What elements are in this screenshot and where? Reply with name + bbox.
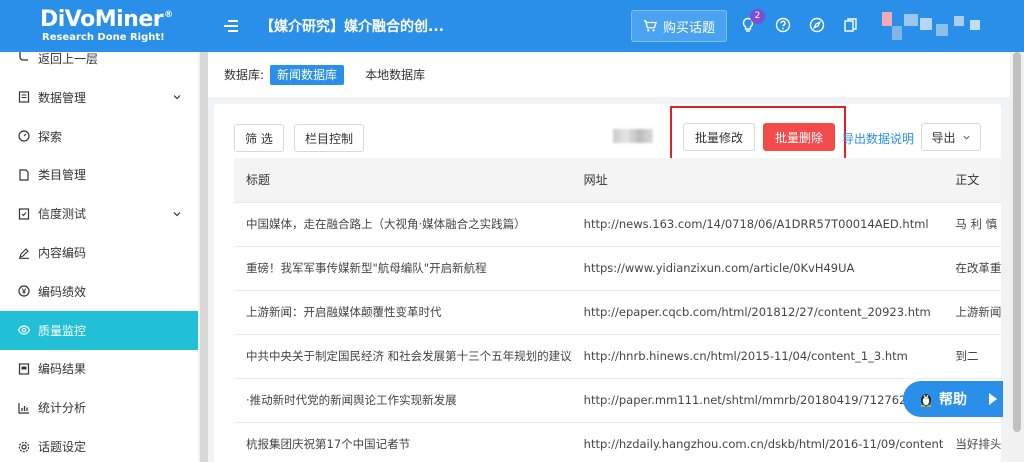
back-icon (18, 52, 30, 64)
chart-icon (18, 402, 30, 414)
sidebar: 返回上一层 数据管理 探索 类目管理 信度测试 内容编码 编码绩效 质量监控 编… (0, 52, 198, 462)
sidebar-item-topic-settings[interactable]: 话题设定 (0, 427, 198, 462)
cell-url[interactable]: http://paper.mm111.net/shtml/mmrb/201804… (571, 378, 944, 423)
database-label: 数据库: (224, 68, 265, 82)
table-row: 中共中央关于制定国民经济 和社会发展第十三个五年规划的建议 http://hnrb… (234, 334, 1001, 379)
sidebar-scrollbar[interactable] (200, 52, 208, 462)
copy-icon[interactable] (843, 17, 859, 33)
cell-url[interactable]: http://epaper.cqcb.com/html/201812/27/co… (571, 290, 944, 335)
sidebar-item-content-coding[interactable]: 内容编码 (0, 233, 198, 272)
table-row: 重磅！我军军事传媒新型"航母编队"开启新航程 https://www.yidian… (234, 246, 1001, 291)
tab-news-database[interactable]: 新闻数据库 (270, 64, 345, 85)
blurred-text (613, 129, 653, 143)
column-header-url[interactable]: 网址 (571, 158, 944, 203)
buy-topic-button[interactable]: 购买话题 (631, 10, 727, 42)
user-avatar[interactable] (882, 8, 1002, 44)
data-panel: 筛 选 栏目控制 批量修改 批量删除 导出数据说明 导出 标题 网址 正文 操作… (214, 104, 1001, 462)
column-control-button[interactable]: 栏目控制 (294, 124, 364, 152)
chevron-down-icon (173, 211, 181, 217)
top-header: DiVoMiner ® Research Done Right! 【媒介研究】媒介… (0, 0, 1024, 52)
eye-icon (18, 324, 30, 336)
project-title[interactable]: 【媒介研究】媒介融合的创... (260, 16, 444, 36)
scrollbar-thumb[interactable] (1013, 52, 1021, 432)
pen-icon (18, 247, 30, 259)
cell-url[interactable]: http://hzdaily.hangzhou.com.cn/dskb/html… (571, 422, 944, 462)
reliability-icon (18, 208, 30, 220)
cell-title[interactable]: 中国媒体，走在融合路上（大视角·媒体融合之实践篇） (234, 202, 572, 247)
sidebar-item-label: 返回上一层 (38, 52, 99, 66)
buy-topic-label: 购买话题 (662, 20, 715, 36)
gear-icon (18, 441, 30, 453)
sidebar-item-label: 编码绩效 (38, 284, 87, 299)
sidebar-item-statistics[interactable]: 统计分析 (0, 388, 198, 427)
sidebar-item-label: 编码结果 (38, 362, 87, 377)
cell-url[interactable]: http://hnrb.hinews.cn/html/2015-11/04/co… (571, 334, 944, 379)
cell-title[interactable]: 杭报集团庆祝第17个中国记者节 (234, 422, 572, 462)
filter-button[interactable]: 筛 选 (234, 124, 284, 152)
page-scrollbar[interactable] (1010, 52, 1024, 462)
compass-icon[interactable] (809, 17, 825, 33)
data-table: 标题 网址 正文 操作 中国媒体，走在融合路上（大视角·媒体融合之实践篇）htt… (234, 158, 1001, 462)
sidebar-item-label: 信度测试 (38, 207, 87, 222)
sidebar-item-back[interactable]: 返回上一层 (0, 52, 198, 68)
sidebar-item-label: 统计分析 (38, 401, 87, 416)
sidebar-item-label: 话题设定 (38, 440, 87, 455)
column-header-title[interactable]: 标题 (234, 158, 572, 203)
sidebar-item-reliability[interactable]: 信度测试 (0, 194, 198, 233)
table-row: ·推动新时代党的新闻舆论工作实现新发展 http://paper.mm111.ne… (234, 378, 1001, 423)
chevron-down-icon (173, 95, 181, 100)
sidebar-item-label: 内容编码 (38, 246, 87, 261)
penguin-icon (921, 394, 931, 407)
data-icon (18, 91, 30, 103)
cell-title[interactable]: 中共中央关于制定国民经济 和社会发展第十三个五年规划的建议 (234, 334, 572, 379)
export-help-link[interactable]: 导出数据说明 (842, 130, 914, 147)
sidebar-item-explore[interactable]: 探索 (0, 117, 198, 156)
sidebar-item-label: 探索 (38, 129, 63, 144)
coin-icon (18, 285, 30, 297)
logo-tagline: Research Done Right! (42, 31, 165, 43)
explore-icon (18, 130, 30, 142)
sidebar-item-coding-performance[interactable]: 编码绩效 (0, 272, 198, 311)
export-label: 导出 (931, 130, 956, 145)
cell-title[interactable]: ·推动新时代党的新闻舆论工作实现新发展 (234, 378, 572, 423)
sidebar-item-coding-result[interactable]: 编码结果 (0, 350, 198, 389)
cell-body: 马 利 慎 (943, 202, 1001, 247)
column-header-body[interactable]: 正文 (943, 158, 1001, 203)
highlight-annotation (670, 106, 846, 162)
database-bar: 数据库: 新闻数据库 本地数据库 (208, 52, 1010, 97)
sidebar-item-label: 质量监控 (38, 323, 87, 338)
table-row: 中国媒体，走在融合路上（大视角·媒体融合之实践篇） http://news.163… (234, 202, 1001, 247)
sidebar-item-category[interactable]: 类目管理 (0, 156, 198, 195)
menu-toggle-icon[interactable] (224, 20, 238, 32)
cell-body: 到二 (943, 334, 1001, 379)
expand-arrow-icon[interactable] (989, 393, 997, 405)
cell-title[interactable]: 重磅！我军军事传媒新型"航母编队"开启新航程 (234, 246, 572, 291)
logo[interactable]: DiVoMiner ® Research Done Right! (0, 0, 208, 52)
sidebar-item-label: 数据管理 (38, 90, 87, 105)
table-row: 上游新闻：开启融媒体颠覆性变革时代 http://epaper.cqcb.com/… (234, 290, 1001, 335)
cart-icon (643, 20, 657, 32)
cell-body: 当好排头 (943, 422, 1001, 462)
sidebar-item-quality-monitor[interactable]: 质量监控 (0, 310, 198, 350)
notification-badge: 2 (750, 9, 765, 24)
export-button[interactable]: 导出 (921, 123, 981, 151)
cell-body: 在改革重 (943, 246, 1001, 291)
chevron-down-icon (962, 135, 970, 140)
logo-text: DiVoMiner (40, 6, 164, 32)
result-icon (18, 363, 30, 375)
help-label: 帮助 (939, 392, 967, 408)
cell-url[interactable]: https://www.yidianzixun.com/article/0KvH… (571, 246, 944, 291)
table-header-row: 标题 网址 正文 操作 (234, 158, 1001, 203)
sidebar-item-label: 类目管理 (38, 168, 87, 183)
table-row: 杭报集团庆祝第17个中国记者节 http://hzdaily.hangzhou.c… (234, 422, 1001, 462)
help-button[interactable]: 帮助 (903, 381, 1003, 417)
sidebar-item-data[interactable]: 数据管理 (0, 78, 198, 117)
cell-body: 上游新闻 (943, 290, 1001, 335)
tab-local-database[interactable]: 本地数据库 (358, 65, 432, 85)
category-icon (18, 169, 30, 181)
help-circle-icon[interactable] (775, 17, 791, 33)
cell-title[interactable]: 上游新闻：开启融媒体颠覆性变革时代 (234, 290, 572, 335)
cell-url[interactable]: http://news.163.com/14/0718/06/A1DRR57T0… (571, 202, 944, 247)
